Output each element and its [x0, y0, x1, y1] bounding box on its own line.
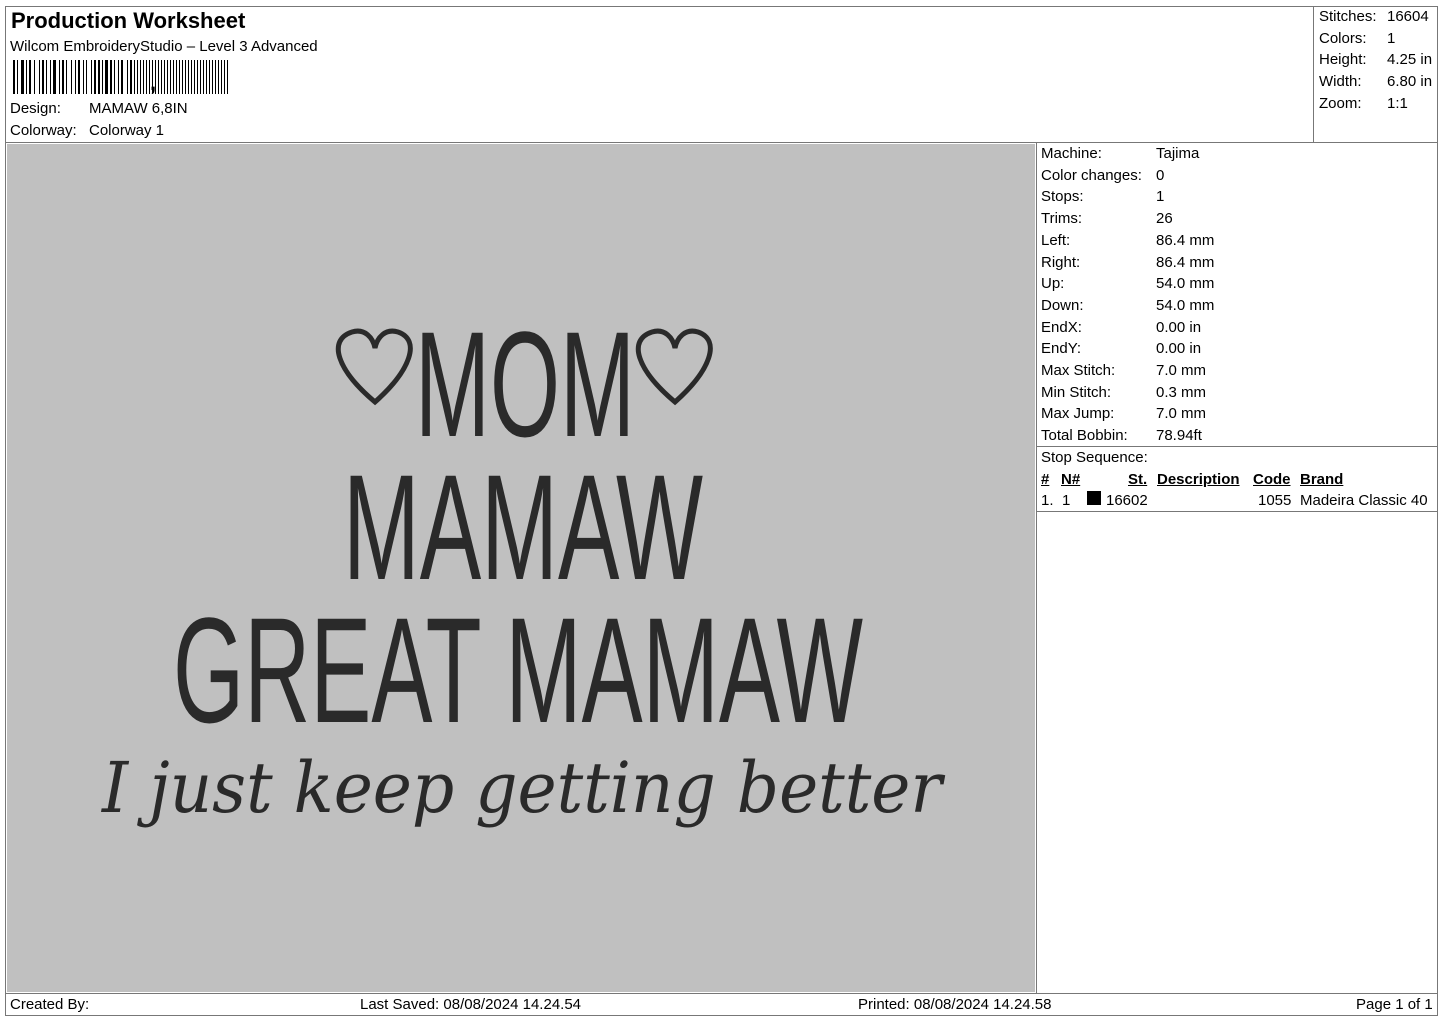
info-label: Max Jump:	[1041, 405, 1115, 423]
col-header-num: #	[1041, 471, 1050, 488]
info-value: 86.4 mm	[1156, 231, 1215, 249]
left-heart-icon	[335, 328, 413, 406]
page-title: Production Worksheet	[11, 8, 246, 33]
info-label: Total Bobbin:	[1041, 427, 1128, 445]
info-value: 0.00 in	[1156, 318, 1202, 336]
colorway-name: Colorway 1	[89, 122, 165, 139]
height-value: 4.25 in	[1387, 51, 1433, 68]
footer-page-number: Page 1 of 1	[1356, 996, 1433, 1013]
stop-table-divider	[1036, 511, 1438, 512]
embroidery-design: MOM MAMAW GREAT MAMAW I just keep gettin…	[100, 300, 945, 829]
width-value: 6.80 in	[1387, 73, 1433, 90]
info-label: Left:	[1041, 231, 1071, 249]
info-value: 86.4 mm	[1156, 253, 1215, 271]
zoom-value: 1:1	[1387, 95, 1408, 112]
software-name: Wilcom EmbroideryStudio – Level 3 Advanc…	[10, 38, 318, 55]
footer-created-by: Created By:	[10, 996, 90, 1013]
info-value: 0	[1156, 166, 1165, 184]
design-preview: MOM MAMAW GREAT MAMAW I just keep gettin…	[7, 144, 1035, 992]
stop-sequence-title: Stop Sequence:	[1041, 449, 1148, 466]
col-header-needle: N#	[1061, 471, 1081, 488]
footer-last-saved: Last Saved: 08/08/2024 14.24.54	[360, 996, 582, 1013]
info-label: Up:	[1041, 275, 1065, 293]
width-label: Width:	[1319, 73, 1362, 90]
info-label: EndX:	[1041, 318, 1082, 336]
design-line-great-mamaw: GREAT MAMAW	[173, 586, 863, 754]
footer-divider	[5, 993, 1438, 994]
info-label: Trims:	[1041, 210, 1083, 228]
col-header-code: Code	[1253, 471, 1291, 488]
info-label: Color changes:	[1041, 166, 1142, 184]
design-line-tagline: I just keep getting better	[100, 747, 945, 829]
info-label: Min Stitch:	[1041, 383, 1112, 401]
barcode-suffix: ,	[150, 70, 157, 95]
col-header-description: Description	[1157, 471, 1240, 488]
barcode-image	[13, 60, 228, 94]
row-code: 1055	[1258, 492, 1292, 509]
info-value: 54.0 mm	[1156, 296, 1215, 314]
colorway-label: Colorway:	[10, 122, 77, 139]
row-brand: Madeira Classic 40	[1300, 492, 1428, 509]
zoom-label: Zoom:	[1319, 95, 1362, 112]
design-name: MAMAW 6,8IN	[89, 100, 188, 117]
info-value: 0.3 mm	[1156, 383, 1207, 401]
footer-printed: Printed: 08/08/2024 14.24.58	[858, 996, 1052, 1013]
header-divider	[5, 142, 1438, 143]
color-swatch	[1087, 491, 1101, 505]
info-value: 1	[1156, 188, 1165, 206]
right-heart-icon	[635, 328, 713, 406]
info-label: Machine:	[1041, 145, 1102, 162]
info-label: Down:	[1041, 296, 1084, 314]
colors-label: Colors:	[1319, 30, 1367, 47]
info-label: EndY:	[1041, 340, 1082, 358]
height-label: Height:	[1319, 51, 1367, 68]
info-value: 7.0 mm	[1156, 362, 1207, 379]
info-value: 7.0 mm	[1156, 405, 1207, 423]
info-label: Right:	[1041, 253, 1081, 271]
info-value: 54.0 mm	[1156, 275, 1215, 293]
stitches-value: 16604	[1387, 8, 1429, 25]
row-stitches: 16602	[1106, 492, 1148, 509]
info-value: Tajima	[1156, 145, 1200, 162]
info-value: 26	[1156, 210, 1173, 228]
col-header-brand: Brand	[1300, 471, 1344, 488]
info-divider	[1036, 142, 1037, 993]
info-label: Max Stitch:	[1041, 362, 1116, 379]
info-value: 0.00 in	[1156, 340, 1202, 358]
colors-value: 1	[1387, 30, 1396, 47]
col-header-stitches: St.	[1128, 471, 1148, 488]
design-label: Design:	[10, 100, 61, 117]
summary-divider	[1313, 6, 1314, 143]
row-num: 1.	[1041, 492, 1054, 509]
row-needle: 1	[1062, 492, 1071, 509]
info-value: 78.94ft	[1156, 427, 1202, 445]
info-label: Stops:	[1041, 188, 1084, 206]
stitches-label: Stitches:	[1319, 8, 1377, 25]
stop-sequence-divider	[1036, 446, 1438, 447]
